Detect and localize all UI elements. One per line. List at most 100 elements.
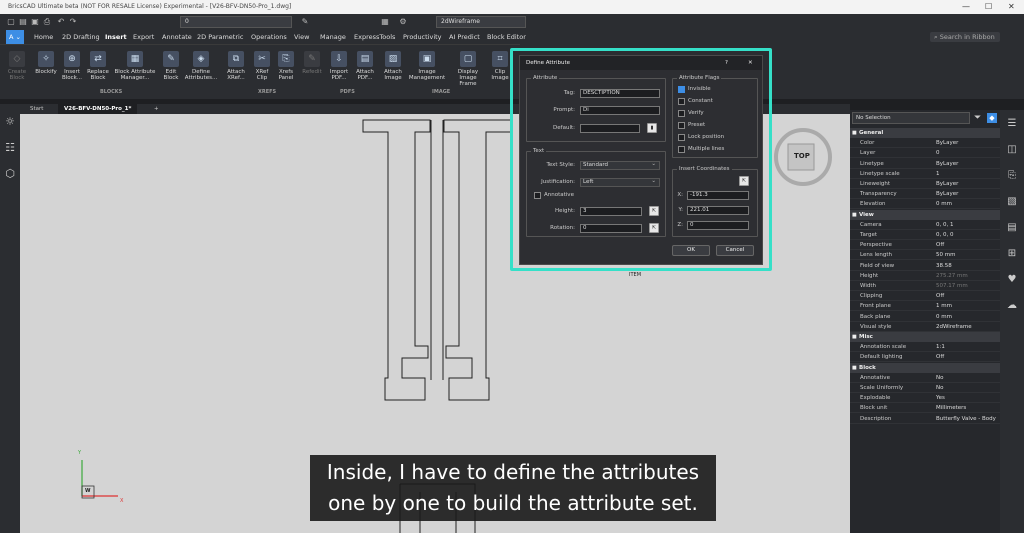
z-coordinate-input[interactable]: 0 xyxy=(687,221,749,230)
cancel-button[interactable]: Cancel xyxy=(716,245,754,256)
grid-icon[interactable]: ▦ xyxy=(380,17,390,27)
property-row[interactable]: Visual style 2dWireframe xyxy=(850,322,1000,332)
property-row[interactable]: Layer 0 xyxy=(850,148,1000,159)
default-input[interactable] xyxy=(580,124,640,133)
justification-select[interactable]: Left xyxy=(580,178,660,187)
property-row[interactable]: Linetype scale 1 xyxy=(850,169,1000,179)
define-attributes-button[interactable]: ◈ Define Attributes... xyxy=(184,51,218,81)
tab-home[interactable]: Home xyxy=(34,30,53,44)
flag-checkbox[interactable] xyxy=(678,110,685,117)
property-row[interactable]: Linetype ByLayer xyxy=(850,159,1000,169)
flag-checkbox[interactable] xyxy=(678,122,685,129)
property-section-header[interactable]: View xyxy=(850,209,1000,220)
insert-field-icon[interactable]: ▮ xyxy=(647,123,657,133)
visual-style-dropdown[interactable]: 2dWireframe xyxy=(436,16,526,28)
tab-manage[interactable]: Manage xyxy=(320,30,346,44)
model-cube-icon[interactable]: ⬡ xyxy=(4,168,16,180)
xrefs-panel-button[interactable]: ⎘ Xrefs Panel xyxy=(274,51,298,81)
property-section-header[interactable]: Block xyxy=(850,362,1000,373)
layer-dropdown[interactable]: 0 xyxy=(180,16,292,28)
property-row[interactable]: Description Butterfly Valve - Body xyxy=(850,414,1000,424)
text-style-select[interactable]: Standard xyxy=(580,161,660,170)
properties-panel-icon[interactable]: ☰ xyxy=(1006,118,1018,130)
dialog-close-button[interactable]: ✕ xyxy=(748,56,753,70)
library-icon[interactable]: ▤ xyxy=(1006,222,1018,234)
property-row[interactable]: Lineweight ByLayer xyxy=(850,179,1000,189)
property-row[interactable]: Annotative No xyxy=(850,373,1000,383)
minimize-button[interactable]: — xyxy=(962,0,970,14)
quick-select-icon[interactable]: ◆ xyxy=(987,113,997,123)
edit-block-button[interactable]: ✎ Edit Block xyxy=(160,51,182,81)
ribbon-search-input[interactable]: ⌕ Search in Ribbon xyxy=(930,32,1000,42)
attachments-icon[interactable]: ⎘ xyxy=(1006,170,1018,182)
blocks-grid-icon[interactable]: ⊞ xyxy=(1006,248,1018,260)
tab-start[interactable]: Start xyxy=(24,104,49,114)
ok-button[interactable]: OK xyxy=(672,245,710,256)
property-row[interactable]: Perspective Off xyxy=(850,240,1000,251)
help-button[interactable]: ? xyxy=(725,56,728,70)
refedit-button[interactable]: ✎ Refedit xyxy=(300,51,324,75)
annotative-checkbox[interactable] xyxy=(534,192,541,199)
tag-input[interactable]: DESCTIPTION xyxy=(580,89,660,98)
maximize-button[interactable]: ☐ xyxy=(985,0,992,14)
settings-gear-icon[interactable]: ⚙ xyxy=(398,17,408,27)
close-window-button[interactable]: ✕ xyxy=(1008,0,1015,14)
ai-assistant-icon[interactable]: ♥ xyxy=(1006,274,1018,286)
pick-rotation-icon[interactable]: ⇱ xyxy=(649,223,659,233)
replace-block-button[interactable]: ⇄ Replace Block xyxy=(85,51,111,81)
property-row[interactable]: Back plane 0 mm xyxy=(850,312,1000,322)
filter-icon[interactable]: ⏷ xyxy=(974,113,981,123)
property-row[interactable]: Scale Uniformly No xyxy=(850,383,1000,393)
tab-export[interactable]: Export xyxy=(133,30,154,44)
attach-pdf-button[interactable]: ▤ Attach PDF... xyxy=(352,51,378,81)
tab-view[interactable]: View xyxy=(294,30,309,44)
tips-bulb-icon[interactable]: ☼ xyxy=(4,116,16,128)
layers-icon[interactable]: ◫ xyxy=(1006,144,1018,156)
tab-expresstools[interactable]: ExpressTools xyxy=(354,30,395,44)
pick-insert-point-icon[interactable]: ⇱ xyxy=(739,176,749,186)
property-row[interactable]: Annotation scale 1:1 xyxy=(850,342,1000,353)
open-file-icon[interactable]: ▤ xyxy=(18,17,28,27)
flag-checkbox[interactable] xyxy=(678,134,685,141)
block-attribute-manager-button[interactable]: ▦ Block Attribute Manager... xyxy=(112,51,158,81)
flag-checkbox[interactable] xyxy=(678,98,685,105)
property-row[interactable]: Field of view 38.58 xyxy=(850,261,1000,271)
property-row[interactable]: Target 0, 0, 0 xyxy=(850,230,1000,240)
xref-clip-button[interactable]: ✂ XRef Clip xyxy=(251,51,273,81)
new-file-icon[interactable]: ▢ xyxy=(6,17,16,27)
hatch-icon[interactable]: ▧ xyxy=(1006,196,1018,208)
flag-checkbox[interactable] xyxy=(678,146,685,153)
pick-height-icon[interactable]: ⇱ xyxy=(649,206,659,216)
property-row[interactable]: Width 507.17 mm xyxy=(850,281,1000,291)
tab-operations[interactable]: Operations xyxy=(251,30,287,44)
selection-dropdown[interactable]: No Selection xyxy=(852,112,970,124)
property-row[interactable]: Elevation 0 mm xyxy=(850,199,1000,210)
flag-checkbox[interactable] xyxy=(678,86,685,93)
tab-ai-predict[interactable]: AI Predict xyxy=(449,30,480,44)
clip-image-button[interactable]: ⌗ Clip Image xyxy=(488,51,512,81)
blockify-button[interactable]: ✧ Blockify xyxy=(32,51,60,75)
save-icon[interactable]: ▣ xyxy=(30,17,40,27)
property-row[interactable]: Explodable Yes xyxy=(850,393,1000,404)
property-row[interactable]: Transparency ByLayer xyxy=(850,189,1000,200)
property-row[interactable]: Color ByLayer xyxy=(850,138,1000,149)
rotation-input[interactable]: 0 xyxy=(580,224,642,233)
match-properties-icon[interactable]: ✎ xyxy=(300,17,310,27)
tab-block-editor[interactable]: Block Editor xyxy=(487,30,526,44)
property-section-header[interactable]: General xyxy=(850,128,1000,138)
import-pdf-button[interactable]: ⇩ Import PDF... xyxy=(327,51,351,81)
image-management-button[interactable]: ▣ Image Management xyxy=(407,51,447,81)
property-section-header[interactable]: Misc xyxy=(850,332,1000,342)
tab-2d-parametric[interactable]: 2D Parametric xyxy=(197,30,243,44)
attach-xref-button[interactable]: ⧉ Attach XRef... xyxy=(222,51,250,81)
prompt-input[interactable]: Di xyxy=(580,106,660,115)
insert-block-button[interactable]: ⊕ Insert Block... xyxy=(61,51,83,81)
tab-annotate[interactable]: Annotate xyxy=(162,30,192,44)
property-row[interactable]: Camera 0, 0, 1 xyxy=(850,220,1000,230)
new-tab-button[interactable]: + xyxy=(148,104,165,114)
redo-icon[interactable]: ↷ xyxy=(68,17,78,27)
attach-image-button[interactable]: ▨ Attach Image xyxy=(380,51,406,81)
property-row[interactable]: Front plane 1 mm xyxy=(850,301,1000,312)
x-coordinate-input[interactable]: -191.3 xyxy=(687,191,749,200)
tab-productivity[interactable]: Productivity xyxy=(403,30,442,44)
